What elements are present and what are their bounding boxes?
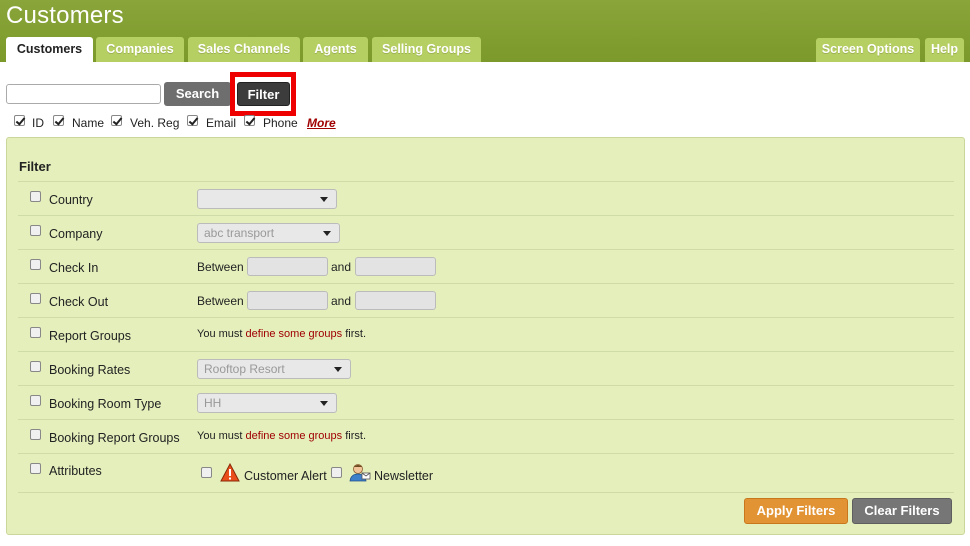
attributes-checkbox[interactable] <box>30 463 41 474</box>
check-in-between-label: Between <box>197 260 244 274</box>
filter-row-attributes: Attributes Customer Alert Newsletter <box>18 453 954 493</box>
booking-rates-label: Booking Rates <box>49 363 131 377</box>
booking-room-type-select-value: HH <box>204 396 222 410</box>
column-phone-label: Phone <box>263 116 298 130</box>
tab-companies[interactable]: Companies <box>96 37 184 62</box>
booking-rates-select-value: Rooftop Resort <box>204 362 285 376</box>
column-email-label: Email <box>206 116 237 130</box>
search-input[interactable] <box>6 84 161 104</box>
country-select[interactable] <box>197 189 337 209</box>
check-out-from-input[interactable] <box>247 291 328 310</box>
newsletter-label: Newsletter <box>374 469 434 483</box>
filter-row-check-in: Check In Between and <box>18 249 954 283</box>
screen-options-button[interactable]: Screen Options <box>816 38 920 62</box>
filter-panel: Filter Country Company abc transport Che… <box>6 137 965 535</box>
apply-filters-button[interactable]: Apply Filters <box>744 498 848 524</box>
booking-room-type-checkbox[interactable] <box>30 395 41 406</box>
clear-filters-button[interactable]: Clear Filters <box>852 498 952 524</box>
company-select-value: abc transport <box>204 226 275 240</box>
booking-report-groups-message: You must define some groups first. <box>197 430 366 442</box>
column-veh-reg-label: Veh. Reg <box>130 116 180 130</box>
column-id-checkbox[interactable] <box>14 115 25 126</box>
report-groups-label: Report Groups <box>49 329 131 343</box>
report-groups-message: You must define some groups first. <box>197 328 366 340</box>
check-in-to-input[interactable] <box>355 257 436 276</box>
booking-report-groups-checkbox[interactable] <box>30 429 41 440</box>
search-button[interactable]: Search <box>164 82 231 106</box>
define-groups-link[interactable]: define some groups <box>246 328 343 340</box>
booking-rates-select[interactable]: Rooftop Resort <box>197 359 351 379</box>
booking-report-groups-label: Booking Report Groups <box>49 431 180 445</box>
booking-room-type-label: Booking Room Type <box>49 397 162 411</box>
check-in-from-input[interactable] <box>247 257 328 276</box>
more-columns-link[interactable]: More <box>307 116 336 130</box>
filter-row-report-groups: Report Groups You must define some group… <box>18 317 954 351</box>
company-select[interactable]: abc transport <box>197 223 340 243</box>
filter-row-country: Country <box>18 181 954 215</box>
column-name-label: Name <box>72 116 105 130</box>
company-checkbox[interactable] <box>30 225 41 236</box>
message-suffix: first. <box>345 430 366 442</box>
country-label: Country <box>49 193 93 207</box>
attributes-label: Attributes <box>49 464 102 478</box>
tab-sales-channels[interactable]: Sales Channels <box>188 37 300 62</box>
column-name-checkbox[interactable] <box>53 115 64 126</box>
message-prefix: You must <box>197 430 243 442</box>
booking-rates-checkbox[interactable] <box>30 361 41 372</box>
help-button[interactable]: Help <box>925 38 964 62</box>
check-in-checkbox[interactable] <box>30 259 41 270</box>
check-in-label: Check In <box>49 261 99 275</box>
message-suffix: first. <box>345 328 366 340</box>
chevron-down-icon <box>334 367 342 372</box>
column-email-checkbox[interactable] <box>187 115 198 126</box>
company-label: Company <box>49 227 103 241</box>
check-in-and-label: and <box>331 260 352 274</box>
filter-row-check-out: Check Out Between and <box>18 283 954 317</box>
page-title: Customers <box>6 2 124 29</box>
country-checkbox[interactable] <box>30 191 41 202</box>
report-groups-checkbox[interactable] <box>30 327 41 338</box>
check-out-label: Check Out <box>49 295 109 309</box>
warning-icon <box>220 463 240 482</box>
tab-agents[interactable]: Agents <box>303 37 368 62</box>
chevron-down-icon <box>320 197 328 202</box>
app-header: Customers Customers Companies Sales Chan… <box>0 0 970 62</box>
tab-selling-groups[interactable]: Selling Groups <box>372 37 481 62</box>
chevron-down-icon <box>320 401 328 406</box>
tab-customers[interactable]: Customers <box>6 37 93 62</box>
filter-row-booking-report-groups: Booking Report Groups You must define so… <box>18 419 954 453</box>
newsletter-user-icon <box>349 464 371 482</box>
define-groups-link[interactable]: define some groups <box>246 430 343 442</box>
column-phone-checkbox[interactable] <box>244 115 255 126</box>
filter-button[interactable]: Filter <box>237 82 290 106</box>
check-out-checkbox[interactable] <box>30 293 41 304</box>
booking-room-type-select[interactable]: HH <box>197 393 337 413</box>
filter-panel-title: Filter <box>19 159 51 174</box>
check-out-to-input[interactable] <box>355 291 436 310</box>
check-out-between-label: Between <box>197 294 244 308</box>
column-veh-reg-checkbox[interactable] <box>111 115 122 126</box>
filter-row-booking-room-type: Booking Room Type HH <box>18 385 954 419</box>
customer-alert-checkbox[interactable] <box>201 467 212 478</box>
chevron-down-icon <box>323 231 331 236</box>
newsletter-checkbox[interactable] <box>331 467 342 478</box>
filter-row-company: Company abc transport <box>18 215 954 249</box>
check-out-and-label: and <box>331 294 352 308</box>
column-id-label: ID <box>32 116 44 130</box>
message-prefix: You must <box>197 328 243 340</box>
filter-row-booking-rates: Booking Rates Rooftop Resort <box>18 351 954 385</box>
customer-alert-label: Customer Alert <box>244 469 327 483</box>
